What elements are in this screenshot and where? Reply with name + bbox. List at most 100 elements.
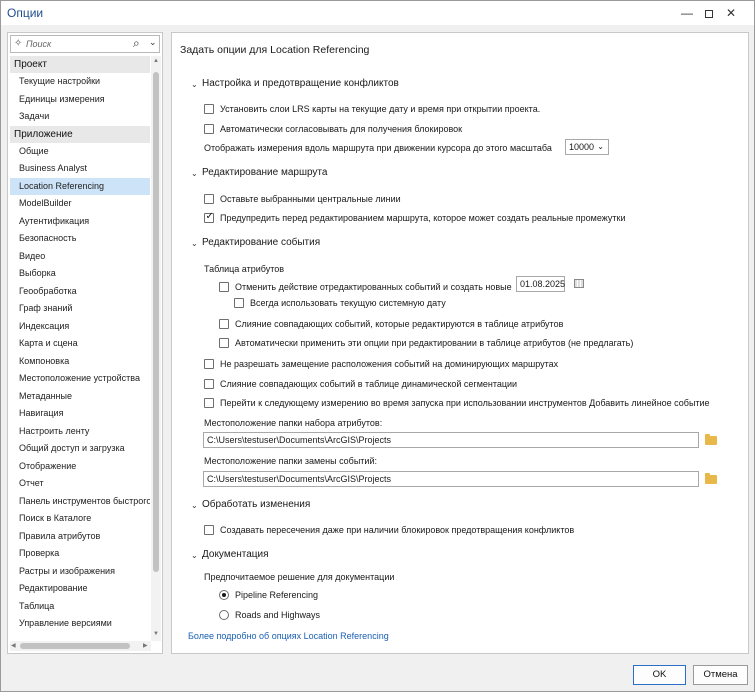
keep-centerlines-checkbox[interactable]: [204, 194, 214, 204]
nav-application-item[interactable]: Location Referencing: [10, 177, 150, 195]
nav-project-item[interactable]: Текущие настройки: [10, 73, 150, 91]
cancel-button[interactable]: Отмена: [693, 665, 748, 685]
pipeline-radio-label: Pipeline Referencing: [235, 590, 319, 600]
nav-application-item[interactable]: Геообработка: [10, 283, 150, 301]
scale-label: Отображать измерения вдоль маршрута при …: [204, 143, 552, 153]
nav-application-item[interactable]: Редактирование: [10, 580, 150, 598]
nav-application-item[interactable]: Безопасность: [10, 230, 150, 248]
nav-application-item[interactable]: Компоновка: [10, 353, 150, 371]
search-icon[interactable]: ⌕: [133, 36, 140, 51]
nav-project-item[interactable]: Единицы измерения: [10, 91, 150, 109]
attr-table-label: Таблица атрибутов: [204, 264, 285, 274]
warn-gaps-checkbox[interactable]: [204, 211, 214, 223]
nav-application-item[interactable]: Метаданные: [10, 388, 150, 406]
nav-application-item[interactable]: Общий доступ и загрузка: [10, 440, 150, 458]
browse-folder-icon[interactable]: [705, 473, 717, 484]
collapse-chevron-icon[interactable]: ⌄: [191, 80, 198, 89]
section-conflicts-header[interactable]: Настройка и предотвращение конфликтов: [202, 78, 399, 89]
attr-folder-label: Местоположение папки набора атрибутов:: [204, 418, 383, 428]
merge-dynseg-checkbox[interactable]: [204, 379, 214, 389]
nav-application-item[interactable]: Общие: [10, 143, 150, 161]
preferred-doc-label: Предпочитаемое решение для документации: [204, 572, 395, 582]
retire-create-checkbox[interactable]: [219, 282, 229, 292]
sparkle-icon: ✧: [14, 38, 23, 49]
merge-coincident-table-label: Слияние совпадающих событий, которые ред…: [235, 319, 564, 329]
date-input[interactable]: 01.08.2025: [516, 276, 565, 292]
retire-create-label: Отменить действие отредактированных собы…: [235, 282, 512, 292]
collapse-chevron-icon[interactable]: ⌄: [191, 169, 198, 178]
collapse-chevron-icon[interactable]: ⌄: [191, 551, 198, 560]
no-replace-dominant-label: Не разрешать замещение расположения собы…: [220, 359, 559, 369]
scroll-left-icon[interactable]: ◀: [11, 641, 16, 651]
scroll-up-icon[interactable]: ▲: [151, 58, 161, 64]
nav-vertical-scrollbar[interactable]: ▲ ▼: [151, 56, 161, 641]
merge-coincident-table-checkbox[interactable]: [219, 319, 229, 329]
auto-apply-checkbox[interactable]: [219, 338, 229, 348]
attr-folder-input[interactable]: C:\Users\testuser\Documents\ArcGIS\Proje…: [203, 432, 699, 448]
scroll-down-icon[interactable]: ▼: [151, 631, 161, 637]
nav-application-item[interactable]: Business Analyst: [10, 160, 150, 178]
nav-application-item[interactable]: Граф знаний: [10, 300, 150, 318]
options-content-panel: Задать опции для Location Referencing ⌄ …: [171, 32, 749, 654]
set-lrs-layers-checkbox[interactable]: [204, 104, 214, 114]
nav-application-item[interactable]: Аутентификация: [10, 213, 150, 231]
section-process-changes-header[interactable]: Обработать изменения: [202, 499, 310, 510]
nav-application-item[interactable]: Поиск в Каталоге: [10, 510, 150, 528]
attr-folder-path: C:\Users\testuser\Documents\ArcGIS\Proje…: [207, 435, 392, 445]
browse-folder-icon[interactable]: [705, 434, 717, 445]
ok-button[interactable]: OK: [633, 665, 686, 685]
nav-project-item[interactable]: Задачи: [10, 108, 150, 126]
auto-reconcile-label: Автоматически согласовывать для получени…: [220, 124, 463, 134]
close-icon[interactable]: ✕: [708, 2, 754, 24]
scroll-right-icon[interactable]: ▶: [143, 641, 148, 651]
calendar-icon[interactable]: [574, 279, 584, 288]
nav-application-item[interactable]: Панель инструментов быстрого доступа: [10, 493, 150, 511]
nav-application-item[interactable]: Отчет: [10, 475, 150, 493]
roads-radio[interactable]: [219, 610, 229, 620]
nav-application-item[interactable]: Индексация: [10, 318, 150, 336]
collapse-chevron-icon[interactable]: ⌄: [191, 501, 198, 510]
nav-application-item[interactable]: Управление версиями: [10, 615, 150, 633]
nav-hscroll-thumb[interactable]: [20, 643, 130, 649]
nav-horizontal-scrollbar[interactable]: ◀ ▶: [10, 641, 151, 651]
no-replace-dominant-checkbox[interactable]: [204, 359, 214, 369]
nav-scroll-thumb[interactable]: [153, 72, 159, 572]
nav-application-item[interactable]: Таблица: [10, 598, 150, 616]
nav-application-item[interactable]: Видео: [10, 248, 150, 266]
nav-group-application: Приложение: [10, 125, 150, 143]
collapse-chevron-icon[interactable]: ⌄: [191, 239, 198, 248]
keep-centerlines-label: Оставьте выбранными центральные линии: [220, 194, 401, 204]
nav-application-item[interactable]: Местоположение устройства: [10, 370, 150, 388]
create-intersections-label: Создавать пересечения даже при наличии б…: [220, 525, 575, 535]
auto-apply-label: Автоматически применить эти опции при ре…: [235, 338, 634, 348]
section-route-editing-header[interactable]: Редактирование маршрута: [202, 167, 327, 178]
nav-application-item[interactable]: Выборка: [10, 265, 150, 283]
nav-application-item[interactable]: Правила атрибутов: [10, 528, 150, 546]
pipeline-radio[interactable]: [219, 590, 229, 600]
nav-application-item[interactable]: ModelBuilder: [10, 195, 150, 213]
page-title: Задать опции для Location Referencing: [180, 44, 370, 56]
nav-application-item[interactable]: Проверка: [10, 545, 150, 563]
nav-application-item[interactable]: Настроить ленту: [10, 423, 150, 441]
nav-application-item[interactable]: Навигация: [10, 405, 150, 423]
replace-folder-input[interactable]: C:\Users\testuser\Documents\ArcGIS\Proje…: [203, 471, 699, 487]
roads-radio-label: Roads and Highways: [235, 610, 321, 620]
merge-dynseg-label: Слияние совпадающих событий в таблице ди…: [220, 379, 518, 389]
auto-reconcile-checkbox[interactable]: [204, 124, 214, 134]
create-intersections-checkbox[interactable]: [204, 525, 214, 535]
search-input[interactable]: ✧ Поиск ⌕ ⌄: [10, 35, 160, 53]
nav-application-item[interactable]: Отображение: [10, 458, 150, 476]
scale-select[interactable]: 10000 ⌄: [565, 139, 609, 155]
section-event-editing-header[interactable]: Редактирование события: [202, 237, 320, 248]
system-date-checkbox[interactable]: [234, 298, 244, 308]
options-nav-panel: ✧ Поиск ⌕ ⌄ Проект Текущие настройки Един…: [7, 32, 163, 654]
replace-folder-label: Местоположение папки замены событий:: [204, 456, 377, 466]
options-dialog: Опции — ✕ ✧ Поиск ⌕ ⌄ Проект Текущие нас…: [0, 0, 755, 692]
section-documentation-header[interactable]: Документация: [202, 549, 269, 560]
chevron-down-icon[interactable]: ⌄: [149, 37, 157, 48]
nav-application-item[interactable]: Карта и сцена: [10, 335, 150, 353]
replace-folder-path: C:\Users\testuser\Documents\ArcGIS\Proje…: [207, 474, 392, 484]
next-measure-checkbox[interactable]: [204, 398, 214, 408]
nav-application-item[interactable]: Растры и изображения: [10, 563, 150, 581]
learn-more-link[interactable]: Более подробно об опциях Location Refere…: [188, 631, 389, 641]
